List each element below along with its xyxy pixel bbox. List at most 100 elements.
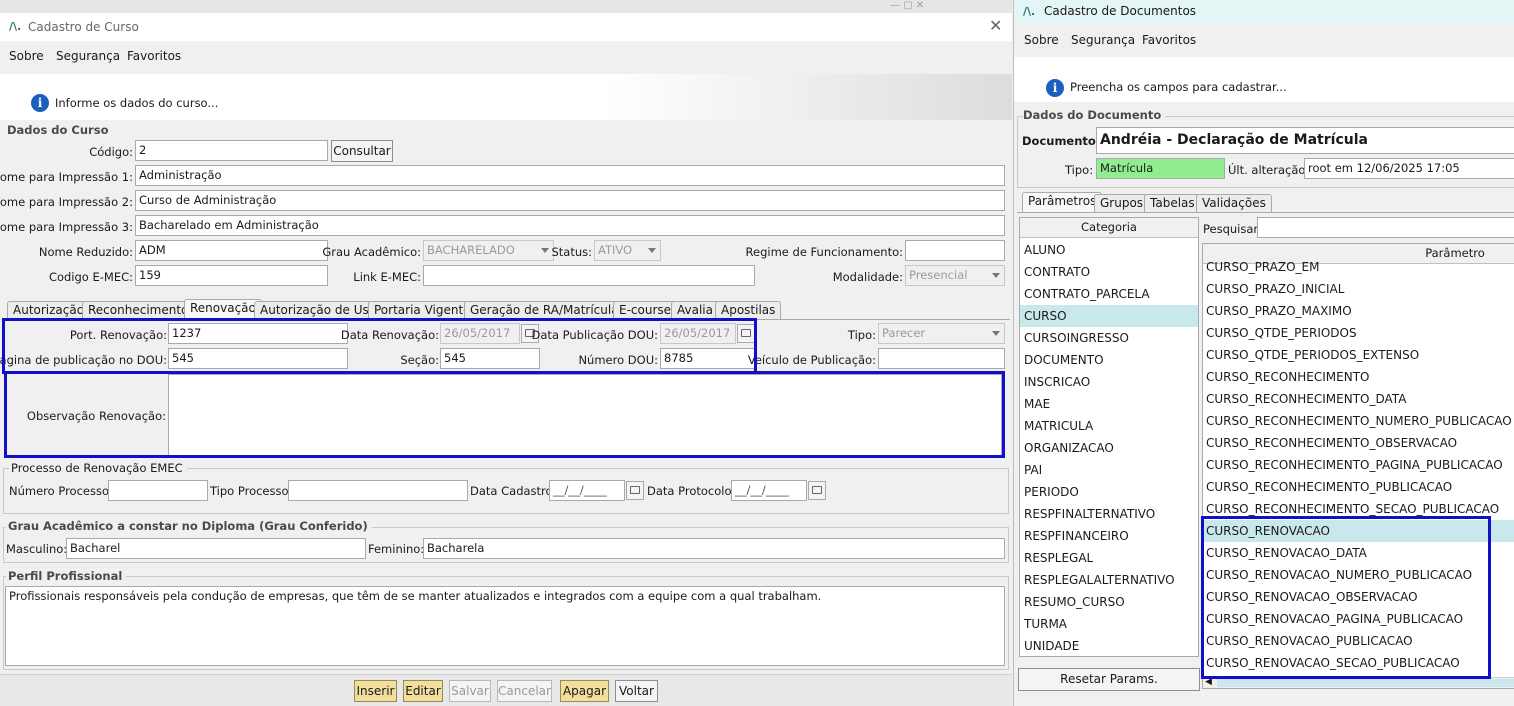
categoria-item[interactable]: ORGANIZACAO [1024, 441, 1114, 455]
ult-alteracao-input[interactable]: root em 12/06/2025 17:05 [1304, 158, 1514, 179]
tipo-processo-input[interactable] [288, 480, 468, 501]
regime-input[interactable] [905, 240, 1005, 261]
perfil-textarea[interactable]: Profissionais responsáveis pela condução… [5, 586, 1005, 666]
doc-tipo-label: Tipo: [1065, 163, 1094, 177]
doc-tipo-input[interactable]: Matrícula [1096, 158, 1225, 179]
categoria-item[interactable]: CURSOINGRESSO [1024, 331, 1129, 345]
nome1-input[interactable]: Administração [135, 165, 1005, 186]
documento-input[interactable]: Andréia - Declaração de Matrícula [1096, 127, 1514, 154]
editar-button[interactable]: Editar [403, 680, 443, 702]
parametro-item[interactable]: CURSO_PRAZO_EM [1206, 260, 1319, 274]
nome3-label: Nome para Impressão 3: [0, 220, 133, 234]
parametro-item[interactable]: CURSO_RECONHECIMENTO_OBSERVACAO [1206, 436, 1457, 450]
categoria-item[interactable]: RESPLEGAL [1024, 551, 1093, 565]
processo-title: Processo de Renovação EMEC [9, 461, 187, 475]
categoria-item[interactable]: RESUMO_CURSO [1024, 595, 1125, 609]
modalidade-select[interactable]: Presencial [905, 265, 1005, 286]
parametro-item[interactable]: CURSO_RECONHECIMENTO [1206, 370, 1370, 384]
numero-processo-input[interactable] [108, 480, 208, 501]
dados-curso-title: Dados do Curso [7, 123, 113, 137]
emec-input[interactable]: 159 [135, 265, 328, 286]
nome3-input[interactable]: Bacharelado em Administração [135, 215, 1005, 236]
categoria-item[interactable]: CURSO [1024, 309, 1067, 323]
doc-info-message: Preencha os campos para cadastrar... [1070, 80, 1287, 94]
menu-seguranca[interactable]: Segurança [56, 49, 120, 63]
masculino-input[interactable]: Bacharel [66, 538, 366, 559]
categoria-item[interactable]: TURMA [1024, 617, 1067, 631]
scrollbar-thumb[interactable] [1217, 679, 1514, 687]
categoria-item[interactable]: PAI [1024, 463, 1042, 477]
menu-sobre[interactable]: Sobre [9, 49, 44, 63]
categoria-item[interactable]: PERIODO [1024, 485, 1079, 499]
nome-reduzido-label: Nome Reduzido: [38, 245, 133, 259]
modalidade-value: Presencial [909, 268, 968, 282]
tab-renovacao[interactable]: Renovação [184, 299, 262, 320]
nome2-input[interactable]: Curso de Administração [135, 190, 1005, 211]
categoria-item[interactable]: UNIDADE [1024, 639, 1079, 653]
categoria-item[interactable]: MATRICULA [1024, 419, 1093, 433]
menu-favoritos[interactable]: Favoritos [127, 49, 181, 63]
voltar-button[interactable]: Voltar [615, 680, 658, 702]
codigo-input[interactable]: 2 [135, 140, 328, 161]
parametro-item[interactable]: CURSO_RECONHECIMENTO_PAGINA_PUBLICACAO [1206, 458, 1503, 472]
consultar-button[interactable]: Consultar [331, 140, 393, 162]
data-protocolo-input[interactable]: __/__/____ [731, 480, 807, 501]
categoria-item[interactable]: RESPFINANCEIRO [1024, 529, 1129, 543]
parametro-item[interactable]: CURSO_QTDE_PERIODOS_EXTENSO [1206, 348, 1419, 362]
feminino-input[interactable]: Bacharela [423, 538, 1005, 559]
data-protocolo-calendar-icon[interactable] [808, 481, 826, 500]
tipo-select[interactable]: Parecer [878, 323, 1005, 344]
categoria-item[interactable]: CONTRATO [1024, 265, 1090, 279]
status-label: Status: [551, 245, 592, 259]
parametro-item[interactable]: CURSO_PRAZO_INICIAL [1206, 282, 1344, 296]
doc-menu-sobre[interactable]: Sobre [1024, 33, 1059, 47]
status-select[interactable]: ATIVO [594, 240, 661, 261]
apagar-button[interactable]: Apagar [560, 680, 609, 702]
categoria-item[interactable]: ALUNO [1024, 243, 1066, 257]
pesquisar-input[interactable] [1257, 217, 1514, 238]
inserir-button[interactable]: Inserir [354, 680, 397, 702]
course-title-bar: /\. Cadastro de Curso ✕ [0, 13, 1012, 41]
categoria-list[interactable]: Categoria ALUNO CONTRATO CONTRATO_PARCELA C… [1019, 217, 1199, 657]
categoria-item[interactable]: DOCUMENTO [1024, 353, 1104, 367]
background-window-strip [0, 0, 1012, 13]
veiculo-input[interactable] [878, 348, 1005, 369]
categoria-item[interactable]: MAE [1024, 397, 1050, 411]
link-emec-input[interactable] [423, 265, 755, 286]
tipo-value: Parecer [882, 326, 926, 340]
codigo-label: Código: [89, 145, 133, 159]
doc-menu-seguranca[interactable]: Segurança [1071, 33, 1135, 47]
parametro-item[interactable]: CURSO_RECONHECIMENTO_PUBLICACAO [1206, 480, 1452, 494]
resetar-params-button[interactable]: Resetar Params. [1018, 668, 1200, 691]
chevron-down-icon [648, 248, 656, 253]
parametro-item[interactable]: CURSO_QTDE_PERIODOS [1206, 326, 1357, 340]
categoria-item[interactable]: CONTRATO_PARCELA [1024, 287, 1150, 301]
tab-tabelas[interactable]: Tabelas [1144, 194, 1201, 213]
masculino-label: Masculino: [6, 542, 68, 556]
documents-window: /\. Cadastro de Documentos Sobre Seguran… [1013, 0, 1514, 706]
categoria-item[interactable]: RESPFINALTERNATIVO [1024, 507, 1155, 521]
doc-menu-favoritos[interactable]: Favoritos [1142, 33, 1196, 47]
parametro-item[interactable]: CURSO_RECONHECIMENTO_NUMERO_PUBLICACAO [1206, 414, 1512, 428]
salvar-button[interactable]: Salvar [449, 680, 491, 702]
perfil-title: Perfil Profissional [6, 569, 127, 583]
parametro-item[interactable]: CURSO_RECONHECIMENTO_DATA [1206, 392, 1406, 406]
tab-validacoes[interactable]: Validações [1196, 194, 1272, 213]
parametro-item[interactable]: CURSO_RECONHECIMENTO_SECAO_PUBLICACAO [1206, 502, 1499, 516]
cancelar-button[interactable]: Cancelar [497, 680, 552, 702]
grau-academico-value: BACHARELADO [427, 243, 515, 257]
categoria-item[interactable]: RESPLEGALALTERNATIVO [1024, 573, 1175, 587]
parametro-item[interactable]: CURSO_PRAZO_MAXIMO [1206, 304, 1352, 318]
categoria-item[interactable]: INSCRICAO [1024, 375, 1090, 389]
app-logo-icon: /\. [9, 20, 22, 33]
tab-grupos[interactable]: Grupos [1094, 194, 1150, 213]
modalidade-label: Modalidade: [832, 270, 903, 284]
tab-parametros[interactable]: Parâmetros [1022, 192, 1103, 213]
data-cadastro-input[interactable]: __/__/____ [549, 480, 625, 501]
data-cadastro-calendar-icon[interactable] [626, 481, 644, 500]
close-icon[interactable]: ✕ [989, 16, 1002, 35]
grau-academico-select[interactable]: BACHARELADO [423, 240, 554, 261]
categoria-header[interactable]: Categoria [1020, 218, 1198, 238]
nome-reduzido-input[interactable]: ADM [135, 240, 328, 261]
data-protocolo-label: Data Protocolo: [647, 484, 736, 498]
